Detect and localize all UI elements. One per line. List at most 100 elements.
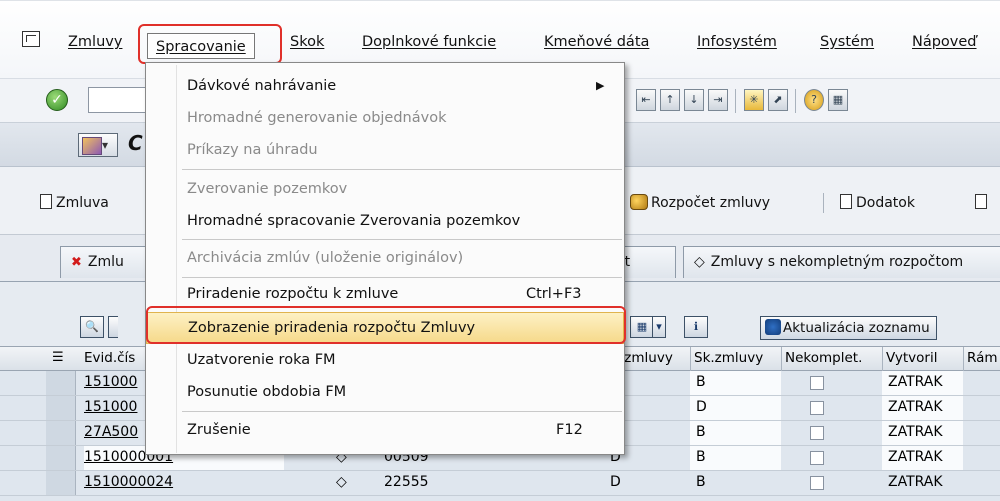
toolbar-separator [735, 89, 736, 113]
evid-cell[interactable]: 151000 [84, 399, 137, 415]
menu-zmluvy[interactable]: Zmluvy [68, 29, 122, 55]
enter-check-icon[interactable]: ✓ [46, 89, 68, 111]
zmluva-label: Zmluva [56, 195, 109, 211]
nekomplet-checkbox[interactable] [810, 376, 824, 390]
budget-icon [630, 194, 648, 210]
menu-skok[interactable]: Skok [290, 29, 324, 55]
menu-item-uzatvorenie-roka[interactable]: Uzatvorenie roka FM [146, 345, 624, 375]
nekomplet-checkbox[interactable] [810, 401, 824, 415]
refresh-list-button[interactable]: Aktualizácia zoznamu [760, 316, 937, 340]
column-separator [963, 347, 964, 371]
create-shortcut-icon[interactable]: ⬈ [768, 89, 788, 111]
sk-cell: B [696, 474, 706, 490]
transaction-menu-button[interactable]: ▾ [78, 133, 118, 157]
menu-item-label: Archivácia zmlúv (uloženie originálov) [187, 250, 464, 266]
menu-infosystem[interactable]: Infosystém [697, 29, 777, 55]
menu-spracovanie[interactable]: Spracovanie [147, 33, 255, 59]
menu-item-label: Dávkové nahrávanie [187, 78, 337, 94]
menu-napoved[interactable]: Nápoveď [912, 29, 977, 55]
menu-doplnkove-funkcie[interactable]: Doplnkové funkcie [362, 29, 496, 55]
type-cell: D [610, 474, 621, 490]
col-evid[interactable]: Evid.čís [84, 350, 135, 366]
menu-item-label: Posunutie obdobia FM [187, 384, 347, 400]
evid-cell[interactable]: 151000 [84, 374, 137, 390]
previous-page-icon[interactable]: ↑ [660, 89, 680, 111]
first-page-icon[interactable]: ⇤ [636, 89, 656, 111]
next-page-icon[interactable]: ↓ [684, 89, 704, 111]
sk-cell: B [696, 424, 706, 440]
column-separator [882, 347, 883, 371]
menu-item-zrusenie[interactable]: Zrušenie F12 [146, 415, 624, 445]
menu-item-posunutie-obdobia[interactable]: Posunutie obdobia FM [146, 377, 624, 407]
menu-shortcut: Ctrl+F3 [526, 286, 582, 302]
menu-kmenove-data[interactable]: Kmeňové dáta [544, 29, 649, 55]
menu-item-davkove-nahravanie[interactable]: Dávkové nahrávanie ▶ [146, 71, 624, 101]
rozpocet-zmluvy-button[interactable]: Rozpočet zmluvy [630, 191, 770, 215]
col-nekomplet[interactable]: Nekomplet. [785, 350, 862, 366]
tab-zmluvy-label: Zmlu [87, 254, 124, 270]
create-session-icon[interactable]: ✳ [744, 89, 764, 111]
document-icon [40, 194, 52, 209]
refresh-label: Aktualizácia zoznamu [783, 320, 930, 336]
info-icon[interactable]: ℹ [684, 316, 708, 338]
col-vytvoril[interactable]: Vytvoril [886, 350, 937, 366]
tab-nekompletny-rozpocet[interactable]: ◇ Zmluvy s nekompletným rozpočtom [683, 246, 1000, 278]
evid-cell[interactable]: 27A500 [84, 424, 138, 440]
layout-icon[interactable]: ▦ [630, 316, 654, 338]
menu-system[interactable]: Systém [820, 29, 874, 55]
tab-nekompletny-label: Zmluvy s nekompletným rozpočtom [710, 254, 964, 270]
col-sk-zmluvy[interactable]: Sk.zmluvy [694, 350, 763, 366]
zmluva-button[interactable]: Zmluva [40, 191, 109, 215]
more-button[interactable] [975, 191, 991, 215]
col-zmluvy[interactable]: .zmluvy [620, 350, 673, 366]
row-selector[interactable] [46, 421, 76, 445]
command-field[interactable] [88, 87, 148, 113]
page-title: C [128, 131, 143, 155]
vytvoril-cell: ZATRAK [888, 424, 943, 440]
rozpocet-label: Rozpočet zmluvy [651, 195, 771, 211]
menu-item-hromadne-spracovanie[interactable]: Hromadné spracovanie Zverovania pozemkov [146, 206, 624, 236]
diamond-icon: ◇ [694, 254, 705, 270]
select-all-icon[interactable]: ☰ [52, 350, 64, 365]
nekomplet-checkbox[interactable] [810, 426, 824, 440]
sk-cell: B [696, 374, 706, 390]
sk-cell: D [696, 399, 707, 415]
toolbar-separator [823, 193, 824, 213]
menu-item-hromadne-generovanie: Hromadné generovanie objednávok [146, 103, 624, 133]
vytvoril-cell: ZATRAK [888, 399, 943, 415]
menu-item-zverovanie-pozemkov: Zverovanie pozemkov [146, 174, 624, 204]
tab-zmluvy[interactable]: ✖ Zmlu [60, 246, 150, 278]
row-selector[interactable] [46, 371, 76, 395]
details-icon[interactable]: 🔍 [80, 316, 104, 338]
column-separator [690, 347, 691, 371]
menu-separator [182, 277, 622, 278]
window-menu-icon[interactable] [22, 31, 40, 47]
menu-item-label: Hromadné spracovanie Zverovania pozemkov [187, 213, 521, 229]
dodatok-label: Dodatok [856, 195, 915, 211]
evid-cell[interactable]: 1510000024 [84, 474, 173, 490]
document-icon [975, 194, 987, 209]
details-dropdown-icon[interactable] [108, 316, 118, 338]
menu-item-zobrazenie-priradenia[interactable]: Zobrazenie priradenia rozpočtu Zmluvy [146, 312, 624, 344]
document-icon [840, 194, 852, 209]
layout-menu-icon[interactable]: ▦ [828, 89, 848, 111]
help-icon[interactable]: ? [804, 89, 824, 111]
row-selector[interactable] [46, 446, 76, 470]
nekomplet-checkbox[interactable] [810, 476, 824, 490]
nekomplet-checkbox[interactable] [810, 451, 824, 465]
last-page-icon[interactable]: ⇥ [708, 89, 728, 111]
menu-item-label: Uzatvorenie roka FM [187, 352, 336, 368]
menu-separator [182, 411, 622, 412]
row-selector[interactable] [46, 471, 76, 495]
menu-item-label: Príkazy na úhradu [187, 142, 318, 158]
col-ram[interactable]: Rám [967, 350, 998, 366]
menu-item-priradenie-rozpoctu[interactable]: Priradenie rozpočtu k zmluve Ctrl+F3 [146, 279, 624, 309]
dodatok-button[interactable]: Dodatok [840, 191, 915, 215]
submenu-arrow-icon: ▶ [596, 79, 605, 92]
menu-item-prikazy-na-uhradu: Príkazy na úhradu [146, 135, 624, 165]
menu-item-archivacia-zmluv: Archivácia zmlúv (uloženie originálov) [146, 243, 624, 273]
table-row[interactable]: 1510000024 ◇ 22555 D B ZATRAK [0, 471, 1000, 496]
layout-dropdown-icon[interactable]: ▾ [652, 316, 666, 338]
row-selector[interactable] [46, 396, 76, 420]
vytvoril-cell: ZATRAK [888, 449, 943, 465]
